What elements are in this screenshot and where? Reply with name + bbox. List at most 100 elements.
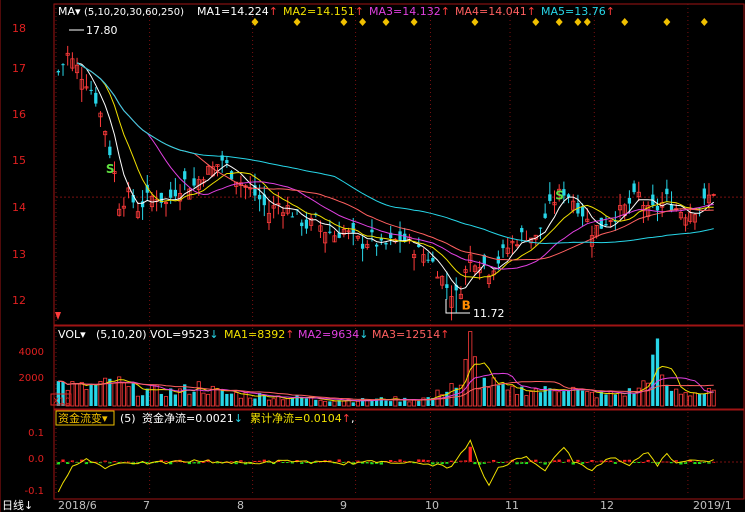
x-tick: 2019/1	[693, 499, 732, 512]
volume-bar	[566, 390, 571, 406]
volume-bar	[192, 391, 196, 406]
volume-bar	[300, 397, 304, 406]
candle-body	[229, 171, 234, 180]
ma4-value: MA4=14.041↑	[455, 5, 536, 18]
volume-bar	[632, 393, 636, 406]
candle-body	[89, 89, 93, 91]
signal-label: S	[106, 162, 115, 176]
volume-bar	[520, 386, 524, 406]
candle-body	[604, 223, 608, 226]
volume-bar	[140, 395, 145, 406]
candle-body	[56, 71, 60, 73]
volume-bar	[697, 393, 702, 406]
volume-bar	[94, 384, 98, 406]
volume-bar	[389, 401, 393, 406]
volume-bar	[159, 393, 163, 406]
candle-body	[632, 183, 636, 193]
x-tick: 12	[600, 499, 614, 512]
volume-bar	[548, 388, 552, 406]
candle-body	[543, 213, 547, 218]
vol-tick: 2000	[19, 373, 44, 384]
volume-bar	[384, 400, 388, 406]
vol-ma3-value: MA3=12514↑	[372, 328, 449, 341]
volume-bar	[604, 394, 608, 406]
signal-label: B	[462, 299, 471, 313]
candle-body	[426, 259, 430, 261]
candle-body	[257, 194, 262, 200]
ma1-value: MA1=14.224↑	[197, 5, 278, 18]
flow-tick: -0.1	[24, 486, 44, 497]
x-tick: 8	[237, 499, 244, 512]
vol-indicator-selector[interactable]: VOL▾	[58, 328, 86, 341]
x-tick: 7	[143, 499, 150, 512]
flow-cum-value: 累计净流=0.0104↑,	[250, 411, 354, 425]
volume-bar	[145, 388, 149, 406]
volume-bar	[253, 398, 257, 406]
vol-ma1-value: MA1=8392↑	[224, 328, 294, 341]
flow-indicator-selector[interactable]: 资金流变▾	[58, 411, 108, 425]
volume-bar	[613, 394, 617, 406]
flow-tick: 0.1	[28, 428, 44, 439]
price-tick: 17	[12, 62, 26, 75]
volume-bar	[290, 398, 295, 406]
volume-bar	[426, 397, 430, 406]
candle-body	[108, 146, 112, 156]
candle-body	[538, 227, 543, 229]
volume-bar	[669, 390, 674, 406]
volume-bar	[562, 391, 566, 406]
vol-unit: X10	[53, 397, 71, 407]
ma-params: (5,10,20,30,60,250)	[84, 7, 184, 18]
candle-body	[360, 243, 365, 249]
volume-bar	[169, 388, 173, 406]
volume-bar	[173, 394, 177, 406]
volume-bar	[257, 393, 262, 406]
volume-bar	[131, 383, 135, 406]
volume-bar	[482, 377, 486, 406]
ma-indicator-selector[interactable]: MA▾	[58, 5, 81, 18]
price-tick: 13	[12, 248, 26, 261]
volume-bar	[580, 390, 585, 406]
volume-bar	[304, 398, 309, 406]
vol-ma2-value: MA2=9634↓	[298, 328, 368, 341]
volume-bar	[220, 390, 224, 406]
volume-bar	[538, 392, 543, 406]
price-tick: 16	[12, 108, 26, 121]
candle-body	[61, 64, 65, 66]
signal-label: S	[555, 188, 564, 202]
candle-body	[548, 194, 552, 201]
candle-body	[300, 222, 304, 227]
candle-body	[599, 217, 603, 229]
candle-body	[431, 257, 435, 262]
ma2-value: MA2=14.151↑	[283, 5, 364, 18]
high-price-label: 17.80	[86, 24, 118, 37]
flow-legend: 资金流变▾ (5) 资金净流=0.0021↓ 累计净流=0.0104↑,	[55, 410, 354, 426]
volume-bar	[351, 402, 355, 406]
stock-chart: S B S 18 17 16 15 14 13 12 17.80 11.72 MA▾…	[0, 0, 745, 512]
price-legend: MA▾ (5,10,20,30,60,250) MA1=14.224↑ MA2=…	[58, 5, 615, 18]
volume-bar	[89, 384, 93, 406]
candle-body	[173, 189, 177, 197]
candle-body	[351, 222, 355, 233]
volume-bar	[398, 401, 402, 406]
x-tick: 10	[425, 499, 439, 512]
volume-bar	[599, 391, 603, 406]
volume-bar	[183, 384, 187, 406]
candle-body	[169, 189, 173, 198]
candle-body	[501, 244, 505, 249]
candle-body	[665, 188, 669, 195]
candle-body	[192, 178, 196, 186]
candle-body	[370, 229, 374, 233]
volume-bar	[225, 393, 229, 406]
candle-body	[398, 231, 402, 241]
candle-body	[655, 205, 660, 211]
period-selector[interactable]: 日线↓	[2, 498, 33, 512]
price-tick: 18	[12, 22, 26, 35]
candle-body	[328, 231, 332, 233]
candle-body	[520, 228, 524, 233]
flow-y-axis: 0.1 0.0 -0.1	[24, 428, 44, 497]
x-tick: 11	[505, 499, 519, 512]
flow-net-value: 资金净流=0.0021↓	[142, 411, 243, 425]
volume-bar	[314, 399, 318, 406]
price-tick: 12	[12, 294, 26, 307]
price-tick: 15	[12, 154, 26, 167]
